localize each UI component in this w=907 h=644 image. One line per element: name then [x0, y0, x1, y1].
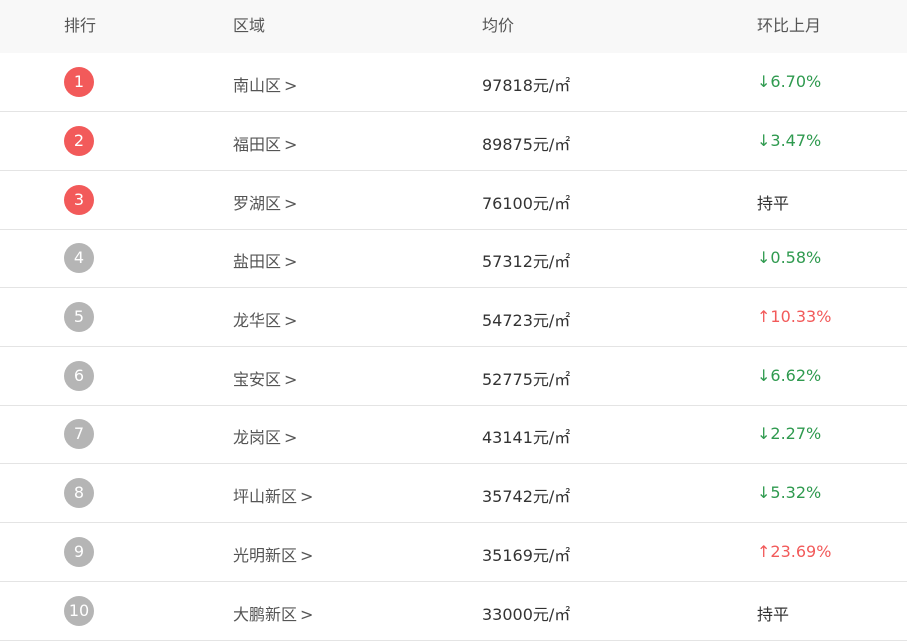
month-change: ↓6.70% — [757, 72, 822, 91]
table-row: 4 盐田区 >57312元/㎡ ↓0.58% — [0, 230, 907, 288]
region-name: 宝安区 — [233, 370, 282, 389]
chevron-right-icon: > — [300, 605, 314, 624]
region-link[interactable]: 福田区 > — [233, 131, 297, 155]
rank-badge: 1 — [64, 67, 94, 97]
region-link[interactable]: 盐田区 > — [233, 248, 297, 272]
average-price: 35169元/㎡ — [482, 546, 571, 565]
average-price: 43141元/㎡ — [482, 428, 571, 447]
month-change: ↑10.33% — [757, 307, 832, 326]
chevron-right-icon: > — [284, 370, 298, 389]
average-price: 57312元/㎡ — [482, 252, 571, 271]
rank-badge: 10 — [64, 596, 94, 626]
rank-badge: 8 — [64, 478, 94, 508]
rank-badge: 9 — [64, 537, 94, 567]
table-row: 2 福田区 >89875元/㎡ ↓3.47% — [0, 112, 907, 171]
table-row: 7 龙岗区 >43141元/㎡ ↓2.27% — [0, 406, 907, 464]
table-row: 5 龙华区 >54723元/㎡ ↑10.33% — [0, 288, 907, 347]
chevron-right-icon: > — [284, 135, 298, 154]
rank-badge: 3 — [64, 185, 94, 215]
region-name: 福田区 — [233, 135, 282, 154]
header-rank: 排行 — [64, 16, 97, 35]
header-price: 均价 — [482, 16, 515, 35]
region-link[interactable]: 宝安区 > — [233, 366, 297, 390]
table-row: 3 罗湖区 >76100元/㎡ 持平 — [0, 171, 907, 230]
rank-badge: 6 — [64, 361, 94, 391]
region-name: 坪山新区 — [233, 487, 298, 506]
average-price: 97818元/㎡ — [482, 76, 571, 95]
month-change: 持平 — [757, 194, 790, 213]
rank-badge: 7 — [64, 419, 94, 449]
average-price: 52775元/㎡ — [482, 370, 571, 389]
table-row: 9 光明新区 >35169元/㎡ ↑23.69% — [0, 523, 907, 582]
table-row: 8 坪山新区 >35742元/㎡ ↓5.32% — [0, 464, 907, 523]
region-link[interactable]: 大鹏新区 > — [233, 601, 313, 625]
rank-badge: 4 — [64, 243, 94, 273]
table-header: 排行 区域 均价 环比上月 — [0, 0, 907, 53]
table-row: 1 南山区 >97818元/㎡ ↓6.70% — [0, 53, 907, 112]
table-row: 10 大鹏新区 >33000元/㎡ 持平 — [0, 582, 907, 641]
month-change: ↓2.27% — [757, 424, 822, 443]
region-name: 龙华区 — [233, 311, 282, 330]
region-link[interactable]: 龙华区 > — [233, 307, 297, 331]
chevron-right-icon: > — [284, 252, 298, 271]
price-ranking-table: 排行 区域 均价 环比上月 1 南山区 >97818元/㎡ ↓6.70% 2 福田区 >89… — [0, 0, 907, 644]
month-change: ↓0.58% — [757, 248, 822, 267]
rank-badge: 2 — [64, 126, 94, 156]
rank-badge: 5 — [64, 302, 94, 332]
region-name: 大鹏新区 — [233, 605, 298, 624]
region-name: 光明新区 — [233, 546, 298, 565]
chevron-right-icon: > — [284, 311, 298, 330]
region-name: 盐田区 — [233, 252, 282, 271]
region-name: 罗湖区 — [233, 194, 282, 213]
region-link[interactable]: 龙岗区 > — [233, 424, 297, 448]
region-link[interactable]: 坪山新区 > — [233, 483, 313, 507]
region-name: 龙岗区 — [233, 428, 282, 447]
average-price: 76100元/㎡ — [482, 194, 571, 213]
region-link[interactable]: 南山区 > — [233, 72, 297, 96]
header-change: 环比上月 — [757, 16, 822, 35]
table-row: 6 宝安区 >52775元/㎡ ↓6.62% — [0, 347, 907, 406]
chevron-right-icon: > — [284, 194, 298, 213]
month-change: ↓3.47% — [757, 131, 822, 150]
header-region: 区域 — [233, 16, 266, 35]
chevron-right-icon: > — [284, 428, 298, 447]
month-change: ↓5.32% — [757, 483, 822, 502]
average-price: 54723元/㎡ — [482, 311, 571, 330]
region-link[interactable]: 罗湖区 > — [233, 190, 297, 214]
region-name: 南山区 — [233, 76, 282, 95]
chevron-right-icon: > — [300, 546, 314, 565]
region-link[interactable]: 光明新区 > — [233, 542, 313, 566]
average-price: 35742元/㎡ — [482, 487, 571, 506]
chevron-right-icon: > — [300, 487, 314, 506]
average-price: 89875元/㎡ — [482, 135, 571, 154]
month-change: ↓6.62% — [757, 366, 822, 385]
month-change: 持平 — [757, 605, 790, 624]
chevron-right-icon: > — [284, 76, 298, 95]
month-change: ↑23.69% — [757, 542, 832, 561]
average-price: 33000元/㎡ — [482, 605, 571, 624]
